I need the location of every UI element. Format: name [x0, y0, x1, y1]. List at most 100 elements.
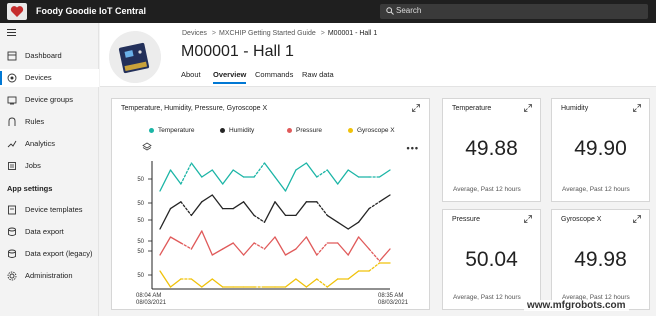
chart-plot: 50 50 50 50 50 50: [137, 161, 391, 290]
sidebar-item-label: Dashboard: [25, 51, 62, 60]
series-segment-humidity: [326, 214, 339, 223]
tab-commands[interactable]: Commands: [255, 70, 293, 79]
sidebar-item-analytics[interactable]: Analytics: [0, 135, 99, 153]
expand-icon[interactable]: [633, 104, 641, 112]
sidebar-item-dashboard[interactable]: Dashboard: [0, 47, 99, 65]
series-segment-pressure: [263, 236, 276, 250]
sidebar-item-label: Jobs: [25, 161, 41, 170]
series-segment-pressure: [169, 236, 182, 244]
y-tick-label: 50: [137, 177, 144, 183]
kpi-subtitle: Average, Past 12 hours: [453, 294, 521, 301]
sidebar-item-rules[interactable]: Rules: [0, 113, 99, 131]
breadcrumb-device-template[interactable]: MXCHIP Getting Started Guide: [219, 30, 316, 37]
sidebar-item-label: Analytics: [25, 139, 56, 148]
breadcrumb: Devices > MXCHIP Getting Started Guide > M00…: [182, 30, 378, 37]
series-segment-humidity: [232, 201, 245, 210]
series-segment-humidity: [159, 207, 172, 230]
sidebar-item-label: Devices: [25, 73, 52, 82]
sidebar-item-device-groups[interactable]: Device groups: [0, 91, 99, 109]
series-segment-gyroscope-x: [368, 262, 381, 272]
x-tick-start-time: 08:04 AM: [136, 293, 162, 299]
series-segment-humidity: [242, 201, 255, 217]
sidebar-item-jobs[interactable]: Jobs: [0, 157, 99, 175]
sidebar-item-device-templates[interactable]: Device templates: [0, 201, 99, 219]
kpi-tile-pressure: Pressure 50.04 Average, Past 12 hours: [442, 209, 541, 310]
expand-icon[interactable]: [524, 104, 532, 112]
series-segment-temperature: [253, 162, 266, 178]
tab-overview[interactable]: Overview: [213, 70, 247, 84]
expand-icon[interactable]: [524, 215, 532, 223]
series-segment-humidity: [347, 221, 360, 230]
series-segment-humidity: [263, 201, 276, 223]
sidebar-item-data-export-legacy[interactable]: Data export (legacy): [0, 245, 99, 263]
heart-logo-icon: [10, 6, 24, 17]
kpi-value: 49.98: [574, 248, 627, 271]
tab-about[interactable]: About: [181, 70, 201, 79]
sidebar-item-administration[interactable]: Administration: [0, 267, 99, 285]
app-logo[interactable]: [7, 3, 27, 20]
series-segment-pressure: [211, 248, 224, 256]
series-segment-gyroscope-x: [201, 278, 213, 288]
sidebar: Dashboard Devices Device groups Rules An…: [0, 23, 99, 316]
data-export-icon: [8, 227, 16, 236]
device-header: Devices > MXCHIP Getting Started Guide > M00…: [100, 23, 656, 87]
series-segment-pressure: [222, 242, 234, 250]
series-segment-temperature: [201, 169, 213, 178]
administration-icon: [7, 271, 17, 281]
jobs-icon: [8, 162, 16, 170]
series-segment-humidity: [201, 194, 213, 203]
y-tick-label: 50: [137, 239, 144, 245]
series-segment-pressure: [180, 242, 193, 250]
series-segment-gyroscope-x: [295, 278, 308, 288]
series-segment-pressure: [357, 236, 370, 250]
breadcrumb-devices[interactable]: Devices: [182, 30, 207, 37]
device-groups-icon: [7, 96, 17, 105]
data-export-legacy-icon: [8, 249, 16, 258]
series-segment-temperature: [232, 169, 245, 178]
series-segment-temperature: [211, 169, 224, 185]
series-segment-humidity: [211, 194, 224, 210]
kpi-subtitle: Average, Past 12 hours: [453, 186, 521, 193]
series-segment-humidity: [368, 201, 381, 210]
search-input[interactable]: Search: [396, 6, 421, 15]
sidebar-section-app-settings: App settings: [7, 184, 53, 193]
kpi-tile-gyroscope-x: Gyroscope X 49.98 Average, Past 12 hours: [551, 209, 650, 310]
sidebar-item-devices[interactable]: Devices: [0, 69, 99, 87]
series-segment-humidity: [337, 221, 349, 230]
kpi-value: 49.88: [465, 137, 518, 160]
series-segment-pressure: [347, 236, 360, 256]
hamburger-menu-icon[interactable]: [7, 29, 16, 36]
series-segment-humidity: [378, 194, 391, 203]
tab-raw-data[interactable]: Raw data: [302, 70, 334, 79]
series-segment-temperature: [316, 169, 328, 178]
sidebar-item-label: Data export: [25, 227, 64, 236]
series-segment-gyroscope-x: [190, 278, 203, 288]
series-segment-temperature: [337, 169, 349, 185]
expand-icon[interactable]: [633, 215, 641, 223]
sidebar-item-data-export[interactable]: Data export: [0, 223, 99, 241]
breadcrumb-current-device: M00001 - Hall 1: [327, 30, 378, 37]
search-box[interactable]: Search: [380, 4, 648, 19]
page-title: M00001 - Hall 1: [181, 43, 294, 60]
series-segment-pressure: [378, 248, 391, 262]
series-segment-humidity: [316, 201, 328, 217]
kpi-title: Gyroscope X: [561, 216, 602, 223]
series-segment-gyroscope-x: [284, 278, 297, 288]
series-segment-pressure: [190, 230, 203, 250]
x-tick-start-date: 08/03/2021: [136, 300, 167, 306]
series-segment-gyroscope-x: [347, 270, 360, 280]
kpi-subtitle: Average, Past 12 hours: [562, 186, 630, 193]
series-segment-gyroscope-x: [326, 278, 339, 288]
series-segment-temperature: [159, 169, 172, 192]
series-segment-humidity: [357, 207, 370, 223]
kpi-title: Temperature: [452, 105, 492, 112]
series-segment-pressure: [368, 248, 381, 262]
series-segment-temperature: [295, 162, 308, 171]
sidebar-item-label: Device templates: [25, 205, 83, 214]
series-segment-pressure: [232, 242, 245, 256]
series-segment-humidity: [169, 201, 182, 210]
series-segment-pressure: [274, 236, 287, 256]
series-segment-temperature: [222, 169, 234, 185]
series-segment-temperature: [326, 169, 339, 185]
series-segment-temperature: [263, 162, 276, 178]
